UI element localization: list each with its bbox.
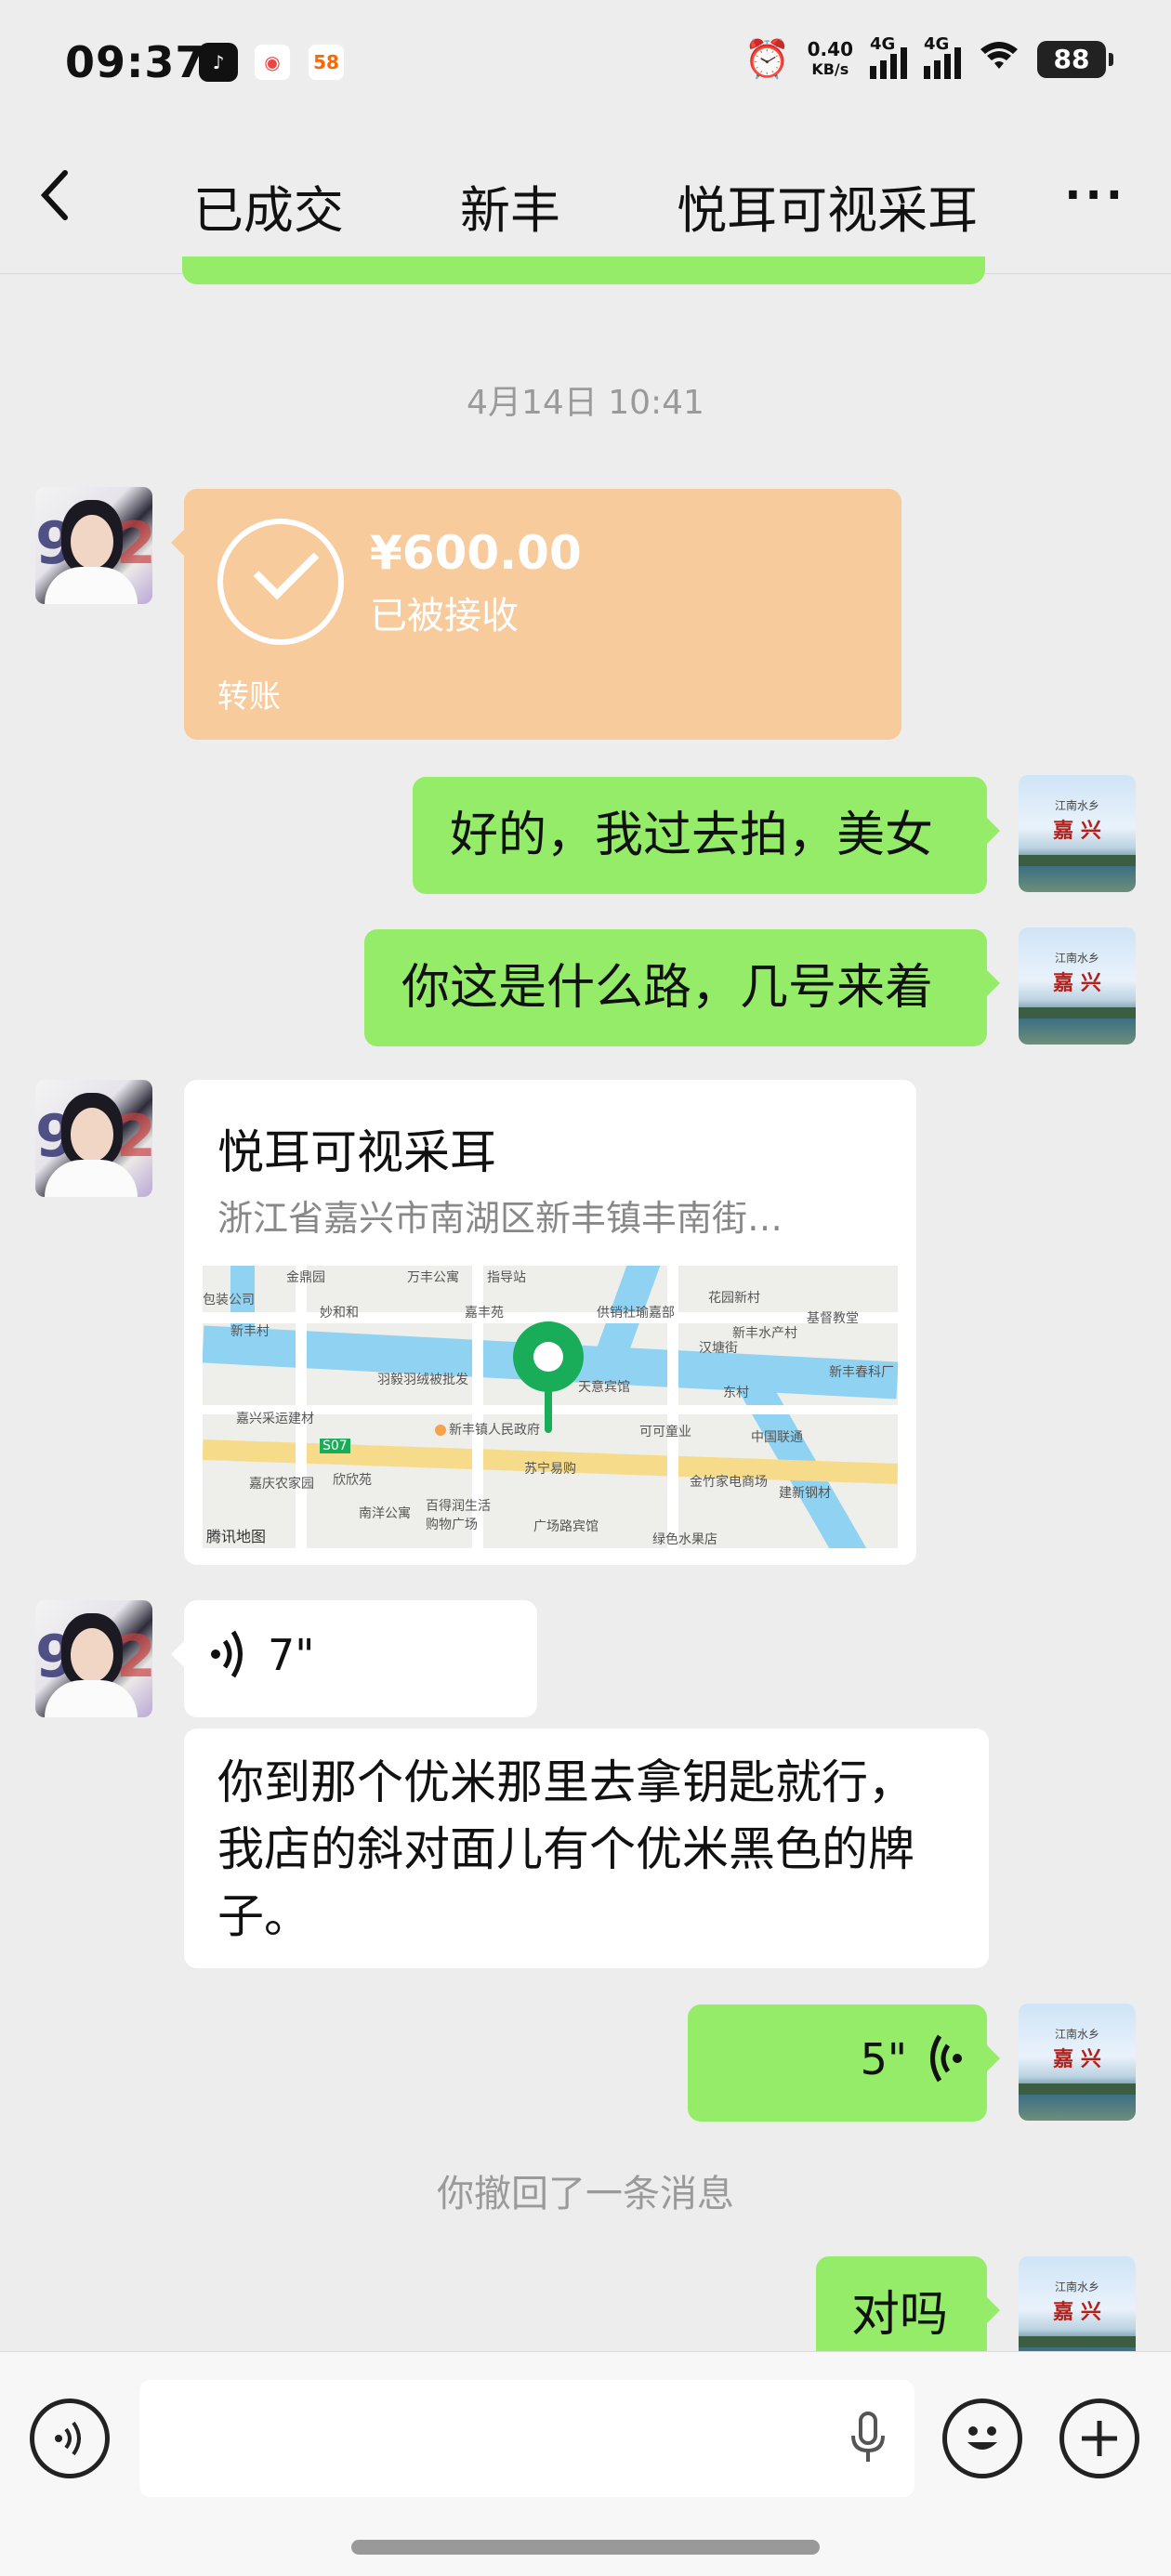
contact-avatar[interactable]: 92 <box>35 487 152 604</box>
home-indicator[interactable] <box>351 2540 820 2555</box>
transfer-amount: ¥600.00 <box>370 526 582 580</box>
signal-icon-1: 4G <box>870 34 907 79</box>
map-credit: 腾讯地图 <box>206 1528 267 1545</box>
voice-wave-icon <box>924 2032 965 2095</box>
location-address: 浙江省嘉兴市南湖区新丰镇丰南街… <box>217 1198 783 1239</box>
alarm-icon: ⏰ <box>743 38 791 81</box>
voice-duration: 7" <box>268 1630 315 1680</box>
my-avatar[interactable]: 江南水乡嘉 兴 <box>1019 927 1136 1045</box>
location-map[interactable]: 金鼎园 万丰公寓 指导站 花园新村 基督教堂 新丰村 包装公司 妙和和 嘉丰苑 … <box>203 1266 898 1548</box>
plus-icon[interactable] <box>1059 2399 1139 2478</box>
title-part-status: 已成交 <box>192 181 344 240</box>
tiktok-icon: ♪ <box>199 43 238 82</box>
my-avatar[interactable]: 江南水乡嘉 兴 <box>1019 775 1136 892</box>
net-speed: 0.40 KB/s <box>807 37 853 78</box>
transfer-card[interactable]: ¥600.00 已被接收 转账 <box>171 489 901 740</box>
location-name: 悦耳可视采耳 <box>217 1125 496 1179</box>
chat-title: 已成交 新丰 悦耳可视采耳 <box>0 169 1171 243</box>
my-avatar[interactable]: 江南水乡嘉 兴 <box>1019 2004 1136 2121</box>
microphone-icon[interactable] <box>849 2412 887 2475</box>
title-part-name: 悦耳可视采耳 <box>677 181 979 240</box>
sent-message[interactable]: 好的，我过去拍，美女 <box>413 777 1000 894</box>
transfer-status: 已被接收 <box>370 595 519 637</box>
signal-icon-2: 4G <box>924 34 961 79</box>
title-part-area: 新丰 <box>460 181 560 240</box>
voice-duration: 5" <box>860 2034 907 2084</box>
sent-message[interactable]: 你这是什么路，几号来着 <box>364 929 1000 1046</box>
emoji-icon[interactable] <box>942 2399 1022 2478</box>
voice-wave-icon <box>208 1628 249 1690</box>
map-pin-icon <box>513 1321 584 1392</box>
previous-message-bubble <box>182 256 985 284</box>
status-indicators: ⏰ 0.40 KB/s 4G 4G 88 <box>743 34 1113 81</box>
chat-header: 已成交 新丰 悦耳可视采耳 ··· <box>0 130 1171 274</box>
more-options-icon[interactable]: ··· <box>1064 169 1126 221</box>
weibo-icon: ◉ <box>253 43 292 82</box>
check-circle-icon <box>217 519 344 645</box>
status-time: 09:37 <box>65 37 206 87</box>
poi-gov: 新丰镇人民政府 <box>435 1420 540 1439</box>
incoming-message[interactable]: 你到那个优米那里去拿钥匙就行，我店的斜对面儿有个优米黑色的牌子。 <box>184 1728 989 1968</box>
58-icon: 58 <box>307 43 346 82</box>
location-card[interactable]: 悦耳可视采耳 浙江省嘉兴市南湖区新丰镇丰南街… 金鼎园 万丰公寓 指导站 花园新… <box>184 1080 916 1565</box>
status-app-icons: ♪ ◉ 58 <box>199 43 346 82</box>
contact-avatar[interactable]: 92 <box>35 1600 152 1717</box>
wifi-icon <box>978 38 1020 81</box>
battery-icon: 88 <box>1037 40 1113 78</box>
recall-notice: 你撤回了一条消息 <box>437 2173 734 2215</box>
incoming-voice-message[interactable]: 7" <box>171 1600 537 1717</box>
contact-avatar[interactable]: 92 <box>35 1080 152 1197</box>
outgoing-voice-message[interactable]: 5" <box>688 2004 1000 2122</box>
status-bar: 09:37 ♪ ◉ 58 ⏰ 0.40 KB/s 4G 4G 88 <box>0 0 1171 130</box>
voice-icon[interactable] <box>30 2399 110 2478</box>
transfer-label: 转账 <box>217 678 281 716</box>
message-input[interactable] <box>139 2380 914 2497</box>
chat-timestamp: 4月14日 10:41 <box>467 384 704 422</box>
